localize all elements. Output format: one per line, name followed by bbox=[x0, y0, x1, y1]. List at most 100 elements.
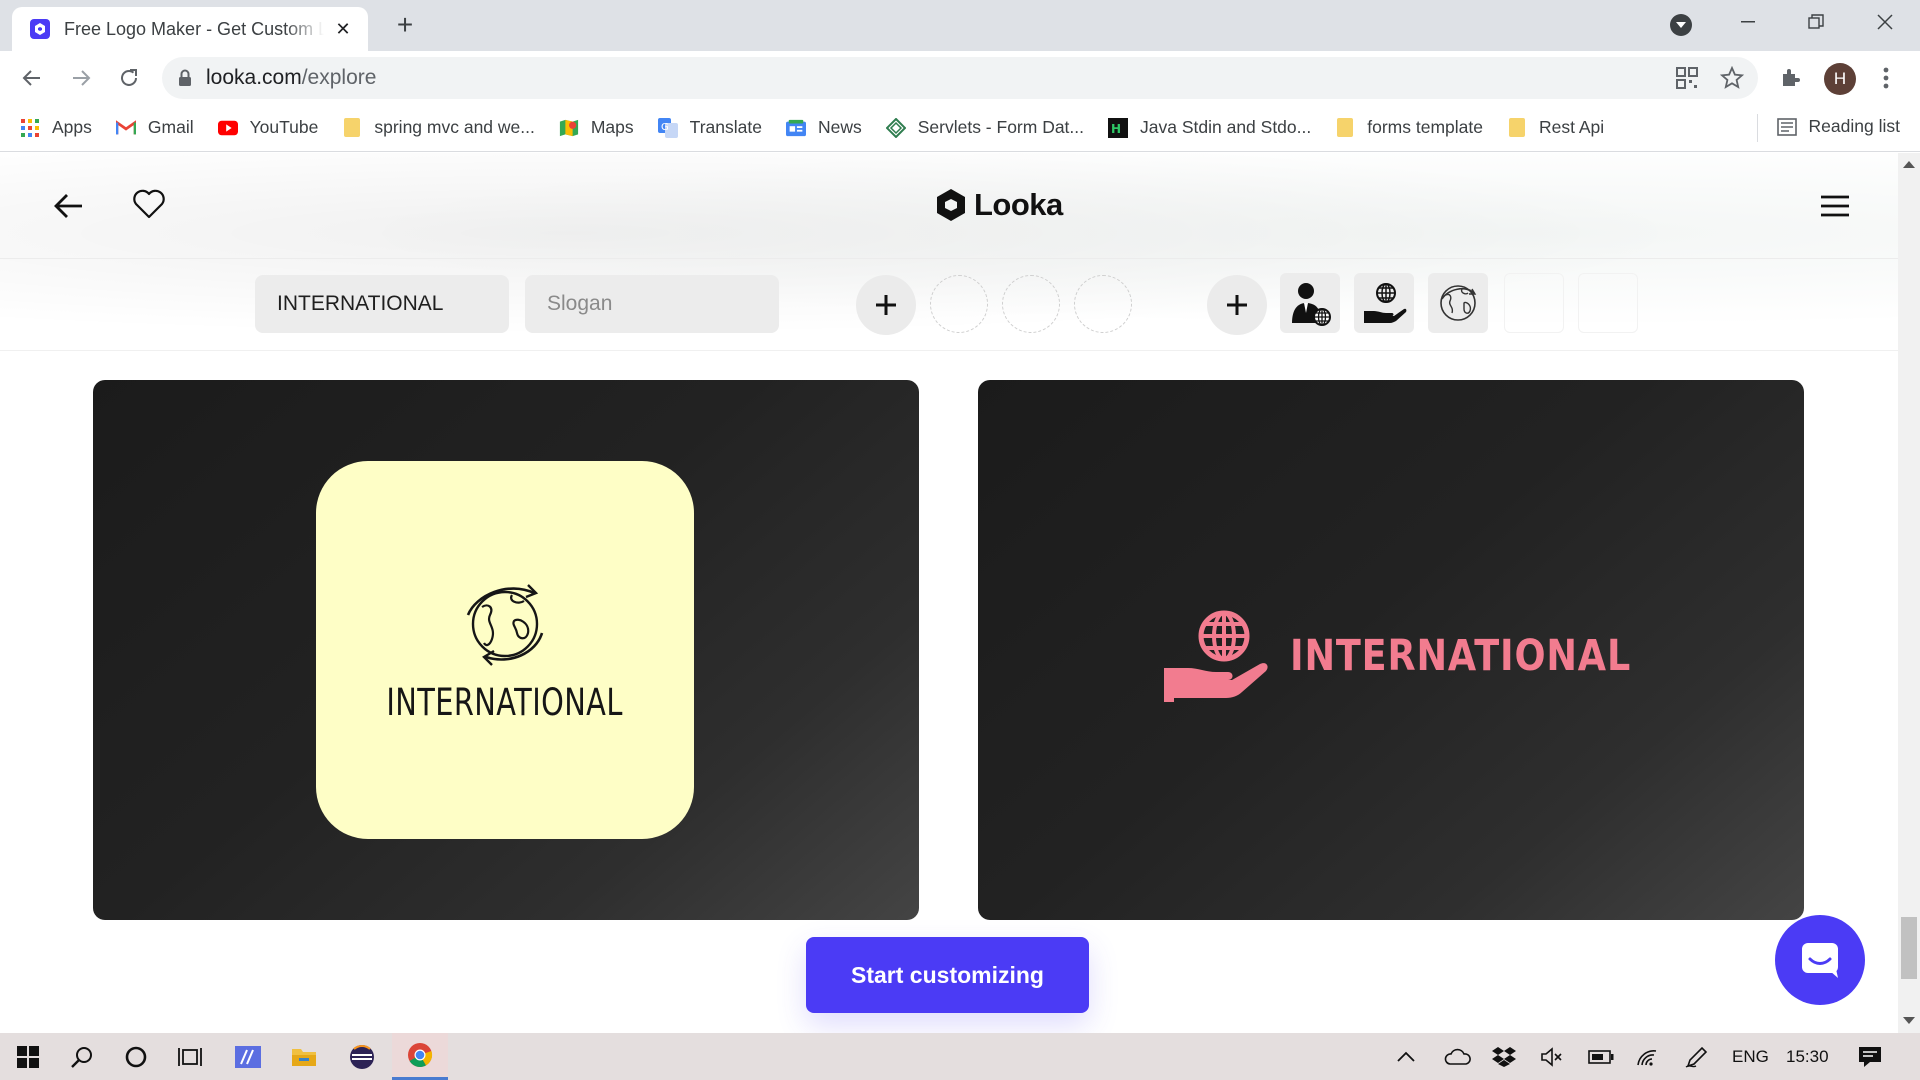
clock[interactable]: 15:30 bbox=[1786, 1033, 1829, 1080]
chat-bubble-icon bbox=[1800, 941, 1840, 979]
svg-text:H: H bbox=[1111, 122, 1121, 136]
youtube-icon bbox=[217, 118, 238, 138]
address-bar[interactable]: looka.com/explore bbox=[162, 57, 1758, 99]
bookmark-gmail[interactable]: Gmail bbox=[115, 117, 194, 138]
symbol-hand-globe[interactable] bbox=[1354, 273, 1414, 333]
bookmark-label: Rest Api bbox=[1538, 117, 1605, 137]
bookmark-rest-api[interactable]: Rest Api bbox=[1507, 117, 1604, 138]
folder-icon bbox=[342, 118, 362, 138]
profile-avatar[interactable]: H bbox=[1824, 63, 1856, 95]
slogan-input[interactable]: Slogan bbox=[525, 275, 779, 333]
show-hidden-icons[interactable] bbox=[1396, 1033, 1416, 1080]
forward-icon[interactable] bbox=[66, 63, 96, 93]
tab-close-icon[interactable]: ✕ bbox=[332, 19, 354, 40]
extensions-icon[interactable] bbox=[1775, 63, 1805, 93]
globe-arrows-icon bbox=[460, 577, 550, 667]
bookmark-label: Gmail bbox=[147, 117, 194, 137]
bookmark-maps[interactable]: Maps bbox=[559, 117, 634, 138]
pen-icon[interactable] bbox=[1684, 1033, 1708, 1080]
translate-icon: G bbox=[657, 117, 678, 138]
battery-icon[interactable] bbox=[1588, 1033, 1614, 1080]
url-path: /explore bbox=[301, 66, 377, 89]
heart-icon[interactable] bbox=[132, 189, 166, 224]
bookmark-servlets[interactable]: Servlets - Form Dat... bbox=[885, 117, 1084, 138]
back-arrow-icon[interactable] bbox=[54, 193, 84, 224]
volume-muted-icon[interactable] bbox=[1540, 1033, 1564, 1080]
scroll-down-icon[interactable] bbox=[1903, 1017, 1915, 1024]
bookmark-apps[interactable]: Apps bbox=[20, 117, 92, 138]
scrollbar-thumb[interactable] bbox=[1901, 917, 1917, 979]
browser-toolbar: looka.com/explore H bbox=[0, 51, 1920, 104]
onedrive-icon[interactable] bbox=[1444, 1033, 1472, 1080]
bookmark-label: Java Stdin and Stdo... bbox=[1140, 117, 1312, 137]
file-explorer-icon[interactable] bbox=[276, 1033, 332, 1080]
businessman-globe-icon bbox=[1286, 279, 1334, 327]
start-customizing-button[interactable]: Start customizing bbox=[806, 937, 1089, 1013]
new-tab-button[interactable]: + bbox=[390, 10, 420, 40]
language-indicator[interactable]: ENG bbox=[1732, 1033, 1769, 1080]
svg-text:G: G bbox=[661, 122, 669, 133]
search-icon[interactable] bbox=[54, 1033, 110, 1080]
bookmark-translate[interactable]: G Translate bbox=[657, 117, 762, 138]
task-view-icon[interactable] bbox=[162, 1033, 218, 1080]
add-color-button[interactable] bbox=[856, 275, 916, 335]
chat-launcher-button[interactable] bbox=[1775, 915, 1865, 1005]
chrome-taskbar-icon[interactable] bbox=[392, 1033, 448, 1080]
page-scrollbar[interactable] bbox=[1898, 153, 1920, 1033]
looka-favicon-icon bbox=[30, 19, 50, 39]
tab-search-icon[interactable] bbox=[1670, 14, 1692, 36]
close-window-icon[interactable] bbox=[1855, 6, 1915, 38]
logo-card[interactable]: INTERNATIONAL bbox=[978, 380, 1804, 920]
symbol-businessman-globe[interactable] bbox=[1280, 273, 1340, 333]
gmail-icon bbox=[115, 118, 136, 138]
logo-lockup: INTERNATIONAL bbox=[1162, 608, 1691, 704]
browser-tab[interactable]: Free Logo Maker - Get Custom Logo Design… bbox=[12, 7, 368, 51]
bookmark-star-icon[interactable] bbox=[1719, 65, 1745, 95]
color-slot[interactable] bbox=[930, 275, 988, 333]
scroll-up-icon[interactable] bbox=[1903, 161, 1915, 168]
looka-logo[interactable]: Looka bbox=[936, 187, 1063, 223]
symbol-slot[interactable] bbox=[1504, 273, 1564, 333]
globe-arrows-icon bbox=[1436, 281, 1480, 325]
dropbox-icon[interactable] bbox=[1492, 1033, 1516, 1080]
bookmark-forms-template[interactable]: forms template bbox=[1335, 117, 1483, 138]
bookmark-spring-mvc[interactable]: spring mvc and we... bbox=[342, 117, 535, 138]
wifi-icon[interactable] bbox=[1636, 1033, 1660, 1080]
eclipse-icon[interactable] bbox=[334, 1033, 390, 1080]
back-icon[interactable] bbox=[17, 63, 47, 93]
hamburger-menu-icon[interactable] bbox=[1820, 195, 1850, 222]
bookmark-news[interactable]: News bbox=[785, 117, 862, 138]
qr-code-icon[interactable] bbox=[1676, 67, 1698, 94]
windows-start-icon[interactable] bbox=[0, 1033, 56, 1080]
folder-icon bbox=[1335, 118, 1355, 138]
add-symbol-button[interactable] bbox=[1207, 275, 1267, 335]
logo-wordmark: INTERNATIONAL bbox=[1290, 631, 1632, 681]
looka-mark-icon bbox=[936, 189, 966, 221]
apps-grid-icon bbox=[20, 118, 40, 138]
bookmark-java-stdin[interactable]: H Java Stdin and Stdo... bbox=[1108, 117, 1311, 138]
editor-app-icon[interactable] bbox=[220, 1033, 276, 1080]
reload-icon[interactable] bbox=[114, 63, 144, 93]
cortana-icon[interactable] bbox=[108, 1033, 164, 1080]
bookmark-label: spring mvc and we... bbox=[374, 117, 535, 137]
bookmark-youtube[interactable]: YouTube bbox=[217, 117, 318, 138]
hand-globe-icon bbox=[1162, 608, 1272, 704]
logo-card[interactable]: INTERNATIONAL bbox=[93, 380, 919, 920]
minimize-icon[interactable] bbox=[1718, 6, 1778, 38]
windows-taskbar: ENG 15:30 bbox=[0, 1033, 1920, 1080]
symbol-slot[interactable] bbox=[1578, 273, 1638, 333]
color-slot[interactable] bbox=[1074, 275, 1132, 333]
company-name-input[interactable]: INTERNATIONAL bbox=[255, 275, 509, 333]
bookmark-label: forms template bbox=[1367, 117, 1483, 137]
hackerrank-icon: H bbox=[1108, 117, 1129, 138]
color-slot[interactable] bbox=[1002, 275, 1060, 333]
symbol-globe-arrows[interactable] bbox=[1428, 273, 1488, 333]
folder-icon bbox=[1507, 118, 1527, 138]
notifications-icon[interactable] bbox=[1858, 1033, 1882, 1080]
site-header: Looka bbox=[0, 153, 1898, 259]
bookmark-label: Apps bbox=[52, 117, 92, 137]
chrome-menu-icon[interactable] bbox=[1871, 63, 1901, 93]
reading-list-button[interactable]: Reading list bbox=[1776, 116, 1900, 137]
restore-icon[interactable] bbox=[1786, 6, 1846, 38]
reading-list-icon bbox=[1776, 117, 1797, 136]
